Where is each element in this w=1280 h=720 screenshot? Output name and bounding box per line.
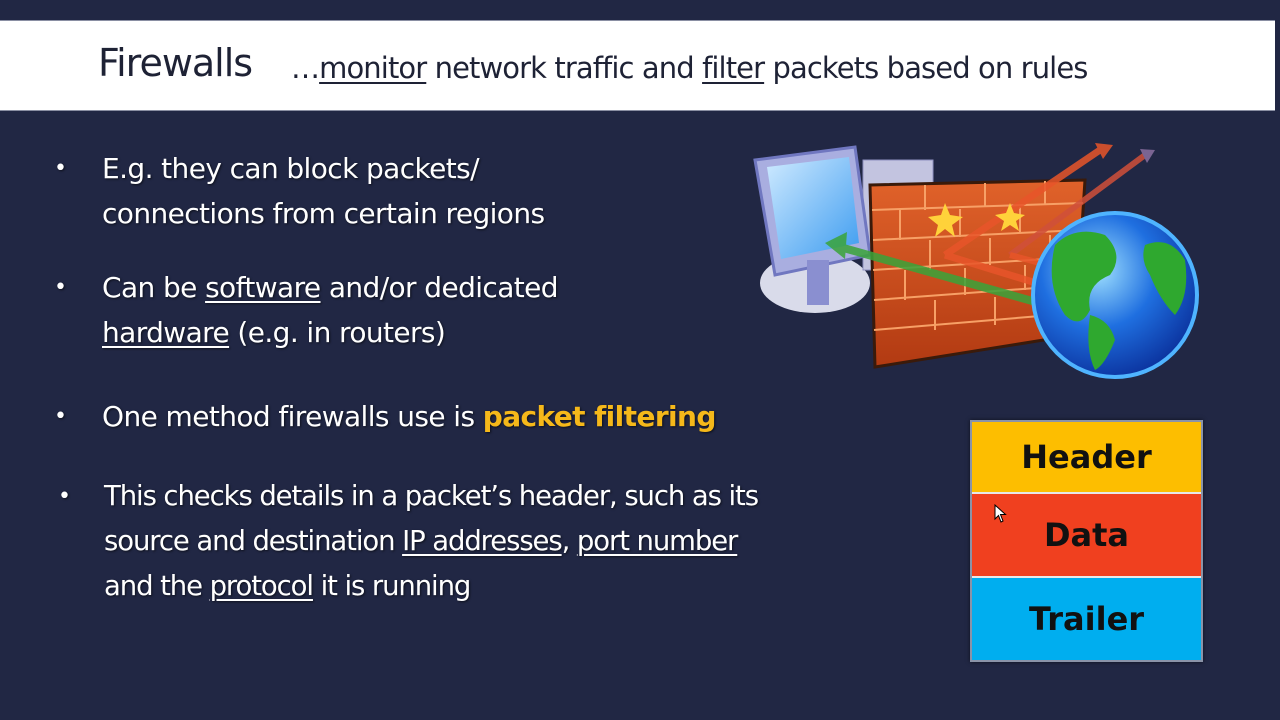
- bullet-line: One method firewalls use is packet filte…: [102, 394, 862, 439]
- bullet-software-hardware: • Can be software and/or dedicated hardw…: [54, 265, 722, 355]
- mouse-cursor-icon: [994, 504, 1007, 523]
- bullet-packet-filtering: • One method firewalls use is packet fil…: [54, 394, 862, 439]
- bullet-line: connections from certain regions: [102, 197, 545, 230]
- packet-trailer-segment: Trailer: [972, 578, 1201, 660]
- text: source and destination: [104, 525, 403, 557]
- underlined-software: software: [205, 271, 321, 304]
- bullet-dot: •: [54, 156, 67, 181]
- text: (e.g. in routers): [229, 316, 446, 349]
- globe-icon: [1031, 211, 1199, 379]
- bullet-dot: •: [58, 484, 71, 509]
- subtitle-filter: filter: [702, 51, 765, 85]
- underlined-protocol: protocol: [209, 570, 314, 602]
- slide-title: Firewalls: [98, 41, 253, 85]
- text: and the: [104, 570, 210, 602]
- text: it is running: [312, 570, 472, 602]
- text: and/or dedicated: [320, 271, 559, 304]
- bullet-line: Can be software and/or dedicated: [102, 265, 722, 310]
- text: Can be: [102, 271, 206, 304]
- underlined-port-number: port number: [576, 525, 738, 557]
- underlined-ip-addresses: IP addresses: [402, 525, 563, 557]
- title-bar: Firewalls …monitor network traffic and f…: [0, 20, 1275, 111]
- subtitle-monitor: monitor: [319, 51, 427, 85]
- bullet-block-regions: • E.g. they can block packets/ connectio…: [54, 146, 702, 236]
- bullet-line: source and destination IP addresses, por…: [104, 519, 904, 564]
- text: One method firewalls use is: [102, 400, 483, 433]
- highlight-packet-filtering: packet filtering: [482, 400, 717, 433]
- bullet-line: and the protocol it is running: [104, 564, 904, 609]
- bullet-line: hardware (e.g. in routers): [102, 310, 722, 355]
- bullet-dot: •: [54, 404, 67, 429]
- bullet-line: This checks details in a packet’s header…: [104, 480, 759, 512]
- subtitle-ellipsis: …: [291, 51, 320, 85]
- slide-subtitle: …monitor network traffic and filter pack…: [291, 51, 1088, 85]
- subtitle-mid: network traffic and: [426, 51, 703, 85]
- subtitle-end: packets based on rules: [764, 51, 1088, 85]
- underlined-hardware: hardware: [102, 316, 230, 349]
- firewall-illustration-icon: [753, 143, 1199, 379]
- bullet-dot: •: [54, 275, 67, 300]
- text: ,: [561, 525, 577, 557]
- bullet-line: E.g. they can block packets/: [102, 152, 480, 185]
- packet-diagram: Header Data Trailer: [970, 420, 1203, 662]
- bullet-header-details: • This checks details in a packet’s head…: [58, 474, 904, 609]
- packet-header-segment: Header: [972, 422, 1201, 494]
